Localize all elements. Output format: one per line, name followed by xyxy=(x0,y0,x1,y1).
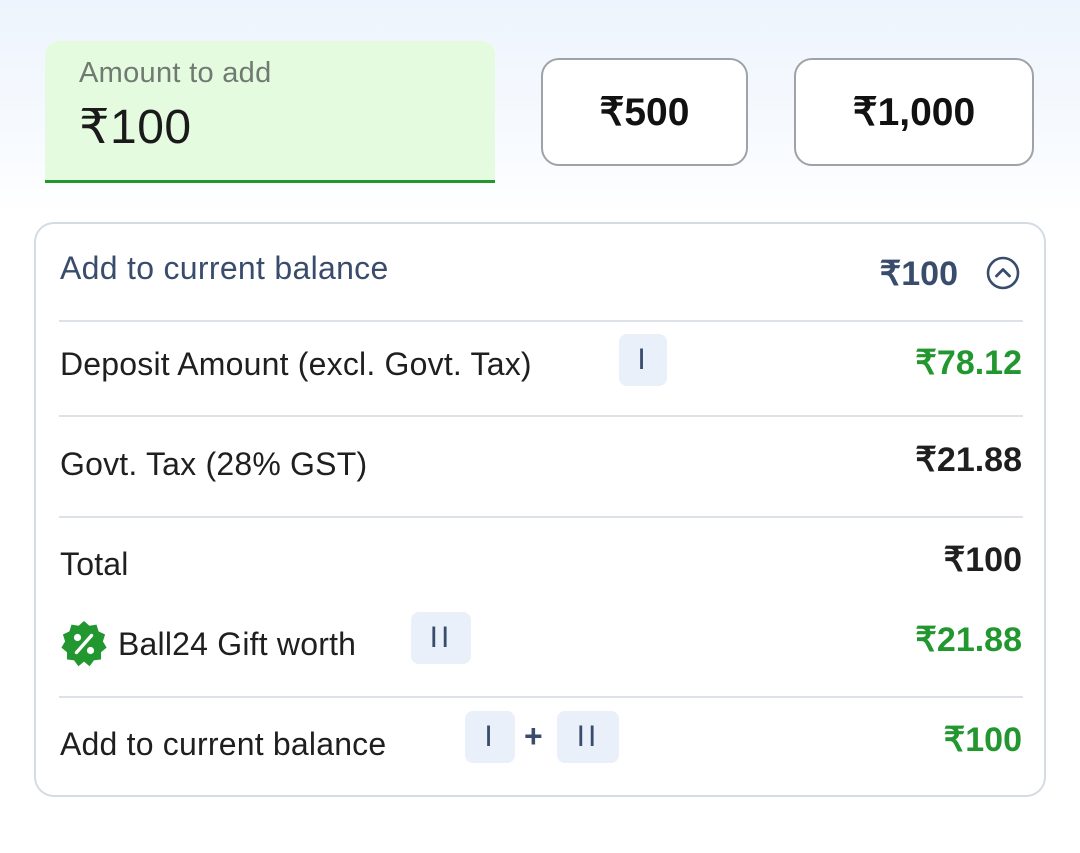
deposit-amount-label: Deposit Amount (excl. Govt. Tax) xyxy=(60,346,532,382)
discount-badge-icon xyxy=(61,621,107,667)
amount-input-label: Amount to add xyxy=(79,57,272,89)
add-balance-tag-i[interactable]: I xyxy=(465,711,515,763)
divider xyxy=(59,696,1023,698)
amount-input-field[interactable]: Amount to add ₹100 xyxy=(45,41,495,183)
gift-label: Ball24 Gift worth xyxy=(118,626,357,662)
plus-sign: + xyxy=(524,718,543,754)
divider xyxy=(59,320,1023,322)
amount-input-value[interactable]: ₹100 xyxy=(79,99,192,155)
breakdown-header-amount: ₹100 xyxy=(879,255,958,293)
divider xyxy=(59,516,1023,518)
balance-breakdown-card: Add to current balance ₹100 Deposit Amou… xyxy=(34,222,1046,797)
add-balance-label: Add to current balance xyxy=(60,726,387,762)
govt-tax-value: ₹21.88 xyxy=(915,441,1022,479)
divider xyxy=(59,415,1023,417)
govt-tax-label: Govt. Tax (28% GST) xyxy=(60,446,368,482)
quick-amount-500-button[interactable]: ₹500 xyxy=(541,58,748,166)
gift-tag-ii[interactable]: II xyxy=(411,612,471,664)
breakdown-header-title: Add to current balance xyxy=(60,250,389,286)
amount-selector-area: Amount to add ₹100 ₹500 ₹1,000 xyxy=(0,0,1080,215)
breakdown-header-toggle[interactable]: Add to current balance ₹100 xyxy=(36,224,1044,320)
add-balance-value: ₹100 xyxy=(943,721,1022,759)
chevron-up-circle-icon[interactable] xyxy=(986,256,1020,290)
add-balance-tag-ii[interactable]: II xyxy=(557,711,619,763)
deposit-tag-i[interactable]: I xyxy=(619,334,667,386)
quick-amount-1000-button[interactable]: ₹1,000 xyxy=(794,58,1034,166)
total-value: ₹100 xyxy=(943,541,1022,579)
total-label: Total xyxy=(60,546,129,582)
gift-value: ₹21.88 xyxy=(915,621,1022,659)
deposit-amount-value: ₹78.12 xyxy=(915,344,1022,382)
